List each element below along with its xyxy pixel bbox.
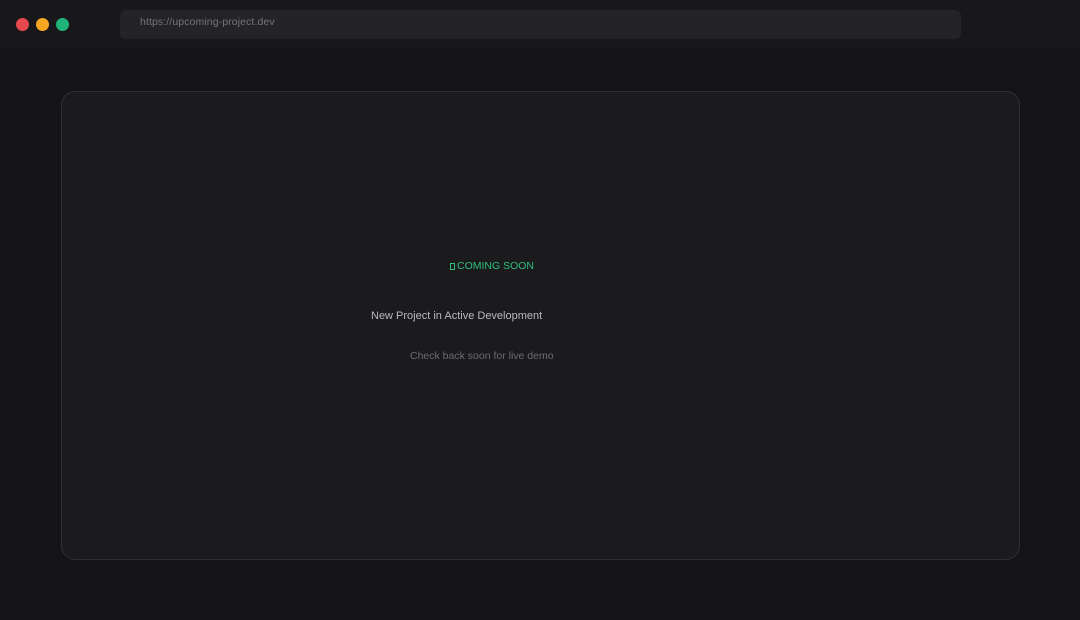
badge-label: COMING SOON xyxy=(457,260,535,272)
title-bar: https://upcoming-project.dev xyxy=(0,0,1080,48)
close-window-button[interactable] xyxy=(16,18,29,31)
browser-window: https://upcoming-project.dev COMING SOON… xyxy=(0,0,1080,620)
maximize-window-button[interactable] xyxy=(56,18,69,31)
demo-note: Check back soon for live demo xyxy=(410,350,554,362)
coming-soon-badge: COMING SOON xyxy=(450,260,534,272)
square-dot-icon xyxy=(450,262,455,270)
coming-soon-card: COMING SOON New Project in Active Develo… xyxy=(61,91,1020,560)
address-bar[interactable]: https://upcoming-project.dev xyxy=(120,10,961,39)
project-heading: New Project in Active Development xyxy=(371,310,543,322)
minimize-window-button[interactable] xyxy=(36,18,49,31)
url-text[interactable]: https://upcoming-project.dev xyxy=(140,16,275,28)
